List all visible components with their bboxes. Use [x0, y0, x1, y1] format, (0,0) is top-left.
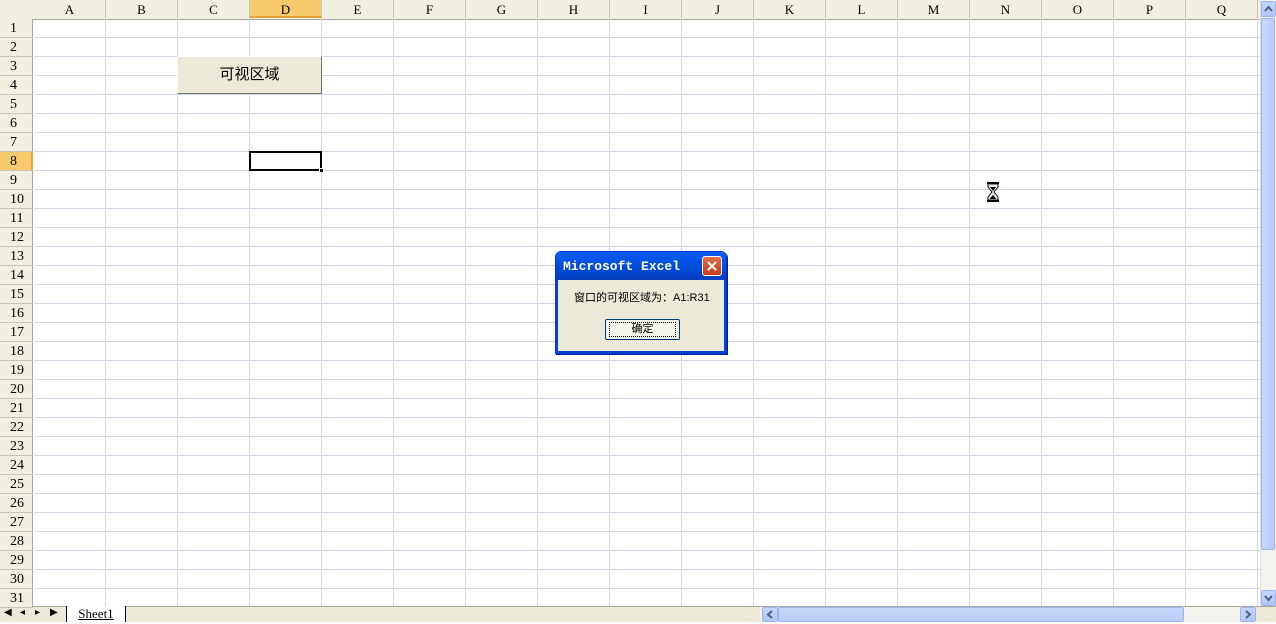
row-header-5[interactable]: 5	[0, 95, 33, 114]
row-header-14[interactable]: 14	[0, 266, 33, 285]
column-header-O[interactable]: O	[1042, 0, 1114, 18]
row-header-7[interactable]: 7	[0, 133, 33, 152]
column-header-C[interactable]: C	[178, 0, 250, 18]
chevron-right-icon	[1245, 610, 1252, 619]
row-header-24[interactable]: 24	[0, 456, 33, 475]
row-header-12[interactable]: 12	[0, 228, 33, 247]
close-icon	[707, 261, 717, 271]
row-header-26[interactable]: 26	[0, 494, 33, 513]
hourglass-icon	[987, 182, 999, 202]
row-header-27[interactable]: 27	[0, 513, 33, 532]
column-header-I[interactable]: I	[610, 0, 682, 18]
row-header-10[interactable]: 10	[0, 190, 33, 209]
scroll-down-button[interactable]	[1261, 590, 1276, 606]
column-header-K[interactable]: K	[754, 0, 826, 18]
column-header-E[interactable]: E	[322, 0, 394, 18]
vertical-scroll-thumb[interactable]	[1261, 18, 1275, 550]
row-header-15[interactable]: 15	[0, 285, 33, 304]
scroll-right-button[interactable]	[1240, 607, 1256, 622]
row-header-4[interactable]: 4	[0, 76, 33, 95]
first-sheet-button[interactable]: ◀	[4, 607, 12, 618]
row-header-13[interactable]: 13	[0, 247, 33, 266]
message-dialog: Microsoft Excel 窗口的可视区域为：A1:R31 确定	[555, 251, 727, 354]
next-sheet-button[interactable]: ▸	[35, 607, 40, 618]
column-header-Q[interactable]: Q	[1186, 0, 1258, 18]
row-header-28[interactable]: 28	[0, 532, 33, 551]
row-header-8[interactable]: 8	[0, 152, 33, 171]
sheet-tab-sheet1[interactable]: Sheet1	[66, 606, 126, 622]
dialog-ok-button[interactable]: 确定	[605, 319, 680, 340]
dialog-close-button[interactable]	[702, 256, 722, 276]
row-header-2[interactable]: 2	[0, 38, 33, 57]
dialog-message: 窗口的可视区域为：A1:R31	[574, 292, 710, 304]
row-header-9[interactable]: 9	[0, 171, 33, 190]
column-header-B[interactable]: B	[106, 0, 178, 18]
column-header-H[interactable]: H	[538, 0, 610, 18]
row-header-18[interactable]: 18	[0, 342, 33, 361]
prev-sheet-button[interactable]: ◂	[20, 607, 25, 618]
dialog-title-bar[interactable]: Microsoft Excel	[556, 252, 726, 280]
row-header-17[interactable]: 17	[0, 323, 33, 342]
row-header-6[interactable]: 6	[0, 114, 33, 133]
column-header-P[interactable]: P	[1114, 0, 1186, 18]
row-header-1[interactable]: 1	[0, 19, 33, 38]
row-header-31[interactable]: 31	[0, 589, 33, 608]
last-sheet-button[interactable]: ▶	[50, 607, 58, 618]
chevron-up-icon	[1264, 5, 1273, 12]
column-header-F[interactable]: F	[394, 0, 466, 18]
dialog-body: 窗口的可视区域为：A1:R31 确定	[556, 280, 726, 353]
column-header-bar: ABCDEFGHIJKLMNOPQ	[0, 0, 1260, 20]
row-header-21[interactable]: 21	[0, 399, 33, 418]
column-header-J[interactable]: J	[682, 0, 754, 18]
row-header-22[interactable]: 22	[0, 418, 33, 437]
row-header-19[interactable]: 19	[0, 361, 33, 380]
active-cell-D8[interactable]	[249, 151, 322, 171]
ok-focus-rect	[609, 322, 676, 337]
chevron-down-icon	[1264, 595, 1273, 602]
horizontal-scroll-thumb[interactable]	[778, 607, 1184, 622]
row-header-20[interactable]: 20	[0, 380, 33, 399]
scroll-up-button[interactable]	[1261, 1, 1276, 17]
column-header-N[interactable]: N	[970, 0, 1042, 18]
row-header-30[interactable]: 30	[0, 570, 33, 589]
fill-handle[interactable]	[319, 168, 324, 173]
row-header-3[interactable]: 3	[0, 57, 33, 76]
column-header-D[interactable]: D	[250, 0, 322, 18]
column-header-M[interactable]: M	[898, 0, 970, 18]
chevron-left-icon	[766, 610, 773, 619]
row-header-25[interactable]: 25	[0, 475, 33, 494]
column-header-A[interactable]: A	[34, 0, 106, 18]
scroll-left-button[interactable]	[762, 607, 778, 622]
row-header-23[interactable]: 23	[0, 437, 33, 456]
row-header-11[interactable]: 11	[0, 209, 33, 228]
row-header-16[interactable]: 16	[0, 304, 33, 323]
column-header-L[interactable]: L	[826, 0, 898, 18]
column-header-G[interactable]: G	[466, 0, 538, 18]
row-header-29[interactable]: 29	[0, 551, 33, 570]
dialog-title: Microsoft Excel	[563, 259, 681, 274]
visible-range-button[interactable]: 可视区域	[177, 56, 322, 94]
